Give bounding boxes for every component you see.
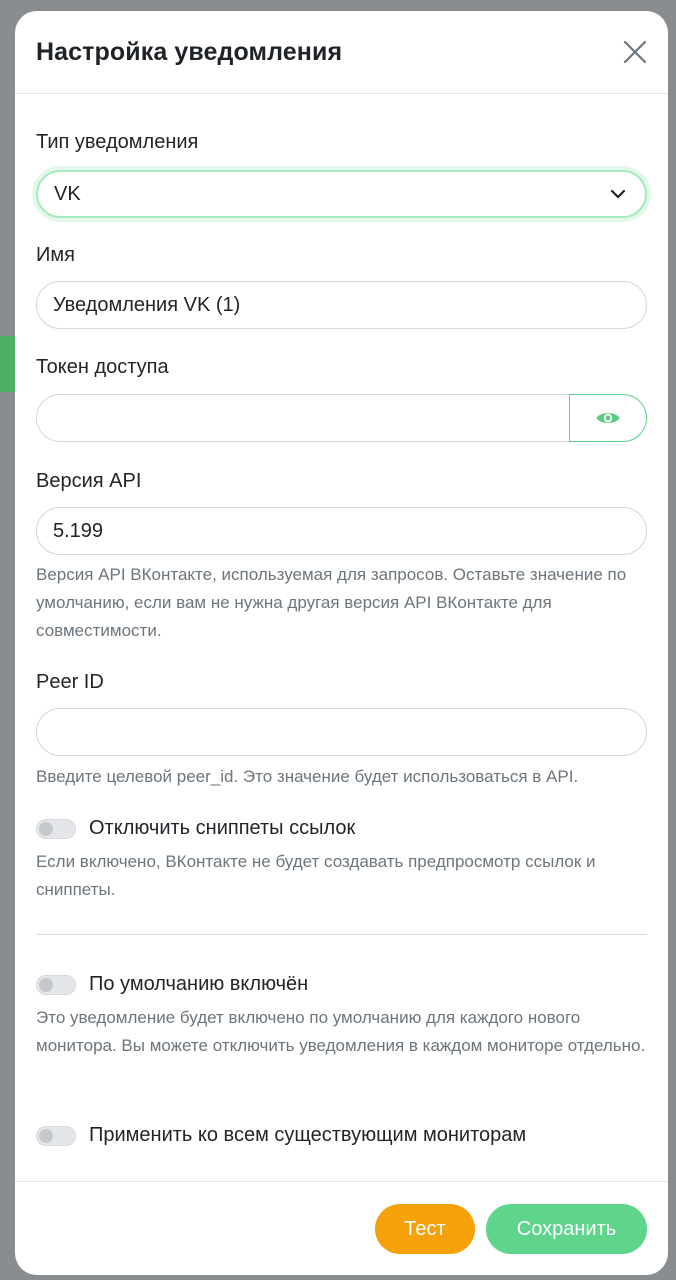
api-version-value: 5.199	[53, 519, 104, 542]
apply-existing-toggle[interactable]	[36, 1125, 76, 1146]
notification-type-value: VK	[54, 182, 81, 205]
section-divider	[36, 934, 647, 935]
modal-title: Настройка уведомления	[36, 38, 343, 66]
modal-header: Настройка уведомления	[15, 11, 668, 94]
notification-settings-modal: Настройка уведомления Тип уведомления VK…	[15, 11, 668, 1275]
toggle-knob	[39, 821, 53, 836]
test-button[interactable]: Тест	[375, 1204, 475, 1254]
show-token-button[interactable]	[569, 394, 647, 442]
name-value: Уведомления VK (1)	[53, 293, 241, 316]
name-label: Имя	[36, 244, 75, 266]
disable-snippets-label: Отключить сниппеты ссылок	[89, 817, 356, 839]
eye-icon	[596, 413, 620, 423]
toggle-knob	[39, 977, 53, 992]
token-field-group	[36, 394, 647, 442]
peer-id-hint: Введите целевой peer_id. Это значение бу…	[36, 767, 579, 786]
api-version-input[interactable]: 5.199	[36, 507, 647, 555]
backdrop-element	[0, 336, 16, 392]
name-input[interactable]: Уведомления VK (1)	[36, 281, 647, 329]
notification-type-select[interactable]: VK	[36, 170, 647, 218]
default-enabled-hint: Это уведомление будет включено по умолча…	[36, 1008, 646, 1055]
disable-snippets-hint: Если включено, ВКонтакте не будет создав…	[36, 852, 596, 899]
api-version-label: Версия API	[36, 470, 142, 492]
disable-snippets-toggle[interactable]	[36, 818, 76, 839]
default-enabled-label: По умолчанию включён	[89, 973, 309, 995]
apply-existing-label: Применить ко всем существующим мониторам	[89, 1124, 527, 1146]
default-enabled-toggle[interactable]	[36, 974, 76, 995]
token-label: Токен доступа	[36, 356, 169, 378]
modal-footer: Тест Сохранить	[15, 1181, 668, 1275]
peer-id-label: Peer ID	[36, 671, 104, 693]
default-enabled-row: По умолчанию включён	[36, 973, 308, 996]
disable-snippets-row: Отключить сниппеты ссылок	[36, 817, 355, 840]
save-button[interactable]: Сохранить	[486, 1204, 647, 1254]
close-icon	[623, 40, 647, 64]
peer-id-input[interactable]	[36, 708, 647, 756]
apply-existing-row: Применить ко всем существующим мониторам	[36, 1124, 526, 1147]
toggle-knob	[39, 1128, 53, 1143]
chevron-down-icon	[610, 189, 626, 199]
notification-type-label: Тип уведомления	[36, 131, 199, 153]
api-version-hint: Версия API ВКонтакте, используемая для з…	[36, 565, 627, 640]
close-button[interactable]	[620, 37, 650, 67]
token-input[interactable]	[36, 394, 570, 442]
